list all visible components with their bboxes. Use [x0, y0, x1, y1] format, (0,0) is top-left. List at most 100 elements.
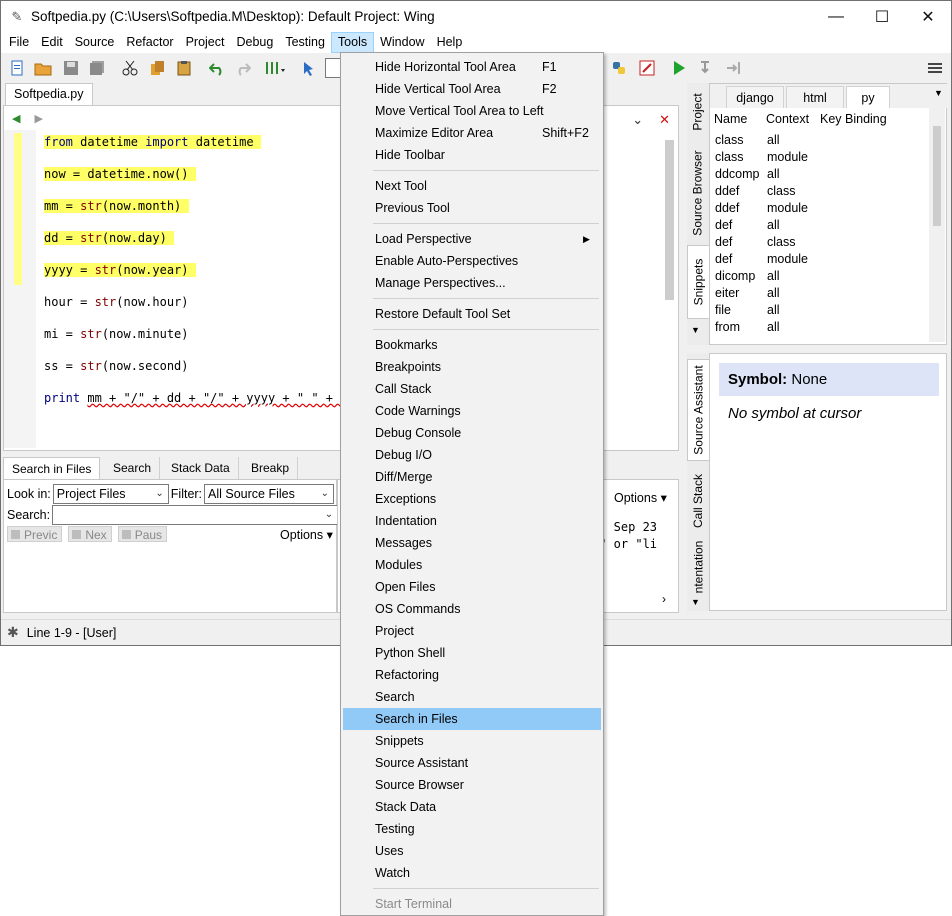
run-debug-icon[interactable]	[669, 58, 689, 78]
tab-search-in-files[interactable]: Search in Files	[3, 457, 101, 479]
python-icon[interactable]	[609, 58, 629, 78]
menu-tools[interactable]: Tools	[330, 32, 375, 53]
menu-item-modules[interactable]: Modules	[343, 554, 601, 576]
menu-refactor[interactable]: Refactor	[120, 32, 179, 53]
step-out-icon[interactable]	[723, 58, 743, 78]
close-button[interactable]: ✕	[905, 1, 951, 32]
chevron-down-icon[interactable]: ▼	[691, 325, 700, 335]
vtab-indentation[interactable]: ntentation	[687, 539, 709, 595]
indent-icon[interactable]	[265, 58, 285, 78]
look-in-select[interactable]: Project Files ⌄	[52, 484, 169, 504]
menu-item-search-in-files[interactable]: Search in Files	[343, 708, 601, 730]
back-arrow-icon[interactable]: ◀	[12, 112, 20, 125]
tab-search[interactable]: Search	[105, 457, 161, 479]
open-folder-icon[interactable]	[33, 58, 53, 78]
save-all-icon[interactable]	[87, 58, 107, 78]
vtab-call-stack[interactable]: Call Stack	[687, 465, 709, 537]
menu-item-move-vertical-tool-area-to-left[interactable]: Move Vertical Tool Area to Left	[343, 100, 601, 122]
menu-item-debug-console[interactable]: Debug Console	[343, 422, 601, 444]
menu-item-project[interactable]: Project	[343, 620, 601, 642]
col-name[interactable]: Name	[714, 112, 766, 126]
menu-item-diff-merge[interactable]: Diff/Merge	[343, 466, 601, 488]
menu-item-watch[interactable]: Watch	[343, 862, 601, 884]
menu-item-os-commands[interactable]: OS Commands	[343, 598, 601, 620]
menu-item-refactoring[interactable]: Refactoring	[343, 664, 601, 686]
menu-testing[interactable]: Testing	[279, 32, 331, 53]
menu-item-testing[interactable]: Testing	[343, 818, 601, 840]
menu-item-manage-perspectives[interactable]: Manage Perspectives...	[343, 272, 601, 294]
maximize-button[interactable]: ☐	[859, 1, 905, 32]
copy-icon[interactable]	[147, 58, 167, 78]
toolbar-menu-icon[interactable]	[925, 58, 945, 78]
menu-item-restore-default-tool-set[interactable]: Restore Default Tool Set	[343, 303, 601, 325]
vtab-source-assistant[interactable]: Source Assistant	[687, 359, 709, 461]
menu-item-uses[interactable]: Uses	[343, 840, 601, 862]
menu-item-maximize-editor-area[interactable]: Maximize Editor Area Shift+F2	[343, 122, 601, 144]
vtab-source-browser[interactable]: Source Browser	[687, 143, 709, 243]
editor-scrollbar[interactable]	[662, 130, 676, 448]
close-editor-icon[interactable]: ✕	[659, 112, 670, 128]
filter-select[interactable]: All Source Files ⌄	[204, 484, 335, 504]
menu-item-source-assistant[interactable]: Source Assistant	[343, 752, 601, 774]
menu-item-code-warnings[interactable]: Code Warnings	[343, 400, 601, 422]
right-options-button[interactable]: Options ▾	[614, 490, 667, 505]
menu-item-open-files[interactable]: Open Files	[343, 576, 601, 598]
tab-py[interactable]: py	[846, 86, 890, 108]
chevron-down-icon[interactable]: ⌄	[632, 112, 643, 128]
menu-window[interactable]: Window	[374, 32, 430, 53]
menu-item-breakpoints[interactable]: Breakpoints	[343, 356, 601, 378]
vtab-snippets[interactable]: Snippets	[687, 245, 709, 319]
options-button[interactable]: Options ▾	[280, 527, 333, 542]
menu-item-hide-toolbar[interactable]: Hide Toolbar	[343, 144, 601, 166]
save-icon[interactable]	[61, 58, 81, 78]
menu-item-load-perspective[interactable]: Load Perspective ▶	[343, 228, 601, 250]
menu-item-next-tool[interactable]: Next Tool	[343, 175, 601, 197]
menu-project[interactable]: Project	[180, 32, 231, 53]
col-key-binding[interactable]: Key Binding	[820, 112, 887, 126]
menu-item-hide-vertical-tool-area[interactable]: Hide Vertical Tool Area F2	[343, 78, 601, 100]
chevron-down-icon[interactable]: ▼	[934, 88, 943, 98]
col-context[interactable]: Context	[766, 112, 820, 126]
forward-arrow-icon[interactable]: ▶	[34, 112, 42, 125]
menu-item-debug-i-o[interactable]: Debug I/O	[343, 444, 601, 466]
menu-debug[interactable]: Debug	[230, 32, 279, 53]
vtab-project[interactable]: Project	[687, 83, 709, 141]
snippets-scroll-thumb[interactable]	[933, 126, 941, 226]
minimize-button[interactable]: —	[813, 1, 859, 32]
search-input[interactable]: ⌄	[52, 505, 339, 525]
redo-icon[interactable]	[233, 58, 253, 78]
paste-icon[interactable]	[174, 58, 194, 78]
menu-item-exceptions[interactable]: Exceptions	[343, 488, 601, 510]
menu-file[interactable]: File	[3, 32, 35, 53]
undo-icon[interactable]	[207, 58, 227, 78]
previous-button[interactable]: Previc	[7, 526, 63, 542]
pause-button[interactable]: Paus	[117, 526, 168, 542]
cut-icon[interactable]	[120, 58, 140, 78]
tab-django[interactable]: django	[726, 86, 784, 108]
toolbar-search-box[interactable]	[325, 58, 341, 78]
menu-item-stack-data[interactable]: Stack Data	[343, 796, 601, 818]
next-button[interactable]: Nex	[68, 526, 112, 542]
menu-item-hide-horizontal-tool-area[interactable]: Hide Horizontal Tool Area F1	[343, 56, 601, 78]
new-file-icon[interactable]	[7, 58, 27, 78]
menu-item-call-stack[interactable]: Call Stack	[343, 378, 601, 400]
debug-settings-icon[interactable]	[637, 58, 657, 78]
menu-item-bookmarks[interactable]: Bookmarks	[343, 334, 601, 356]
snippets-scrollbar[interactable]	[929, 108, 945, 342]
scroll-right-icon[interactable]: ›	[662, 592, 666, 606]
menu-source[interactable]: Source	[69, 32, 121, 53]
menu-item-snippets[interactable]: Snippets	[343, 730, 601, 752]
step-into-icon[interactable]	[696, 58, 716, 78]
editor-tab[interactable]: Softpedia.py	[5, 83, 93, 105]
menu-help[interactable]: Help	[431, 32, 469, 53]
menu-item-enable-auto-perspectives[interactable]: Enable Auto-Perspectives	[343, 250, 601, 272]
menu-item-source-browser[interactable]: Source Browser	[343, 774, 601, 796]
select-arrow-icon[interactable]	[299, 58, 319, 78]
menu-item-python-shell[interactable]: Python Shell	[343, 642, 601, 664]
menu-item-indentation[interactable]: Indentation	[343, 510, 601, 532]
menu-item-search[interactable]: Search	[343, 686, 601, 708]
menu-item-start-terminal[interactable]: Start Terminal	[343, 893, 601, 915]
bug-icon[interactable]: ✱	[7, 624, 19, 641]
menu-edit[interactable]: Edit	[35, 32, 69, 53]
tab-breakpoints[interactable]: Breakp	[243, 457, 299, 479]
